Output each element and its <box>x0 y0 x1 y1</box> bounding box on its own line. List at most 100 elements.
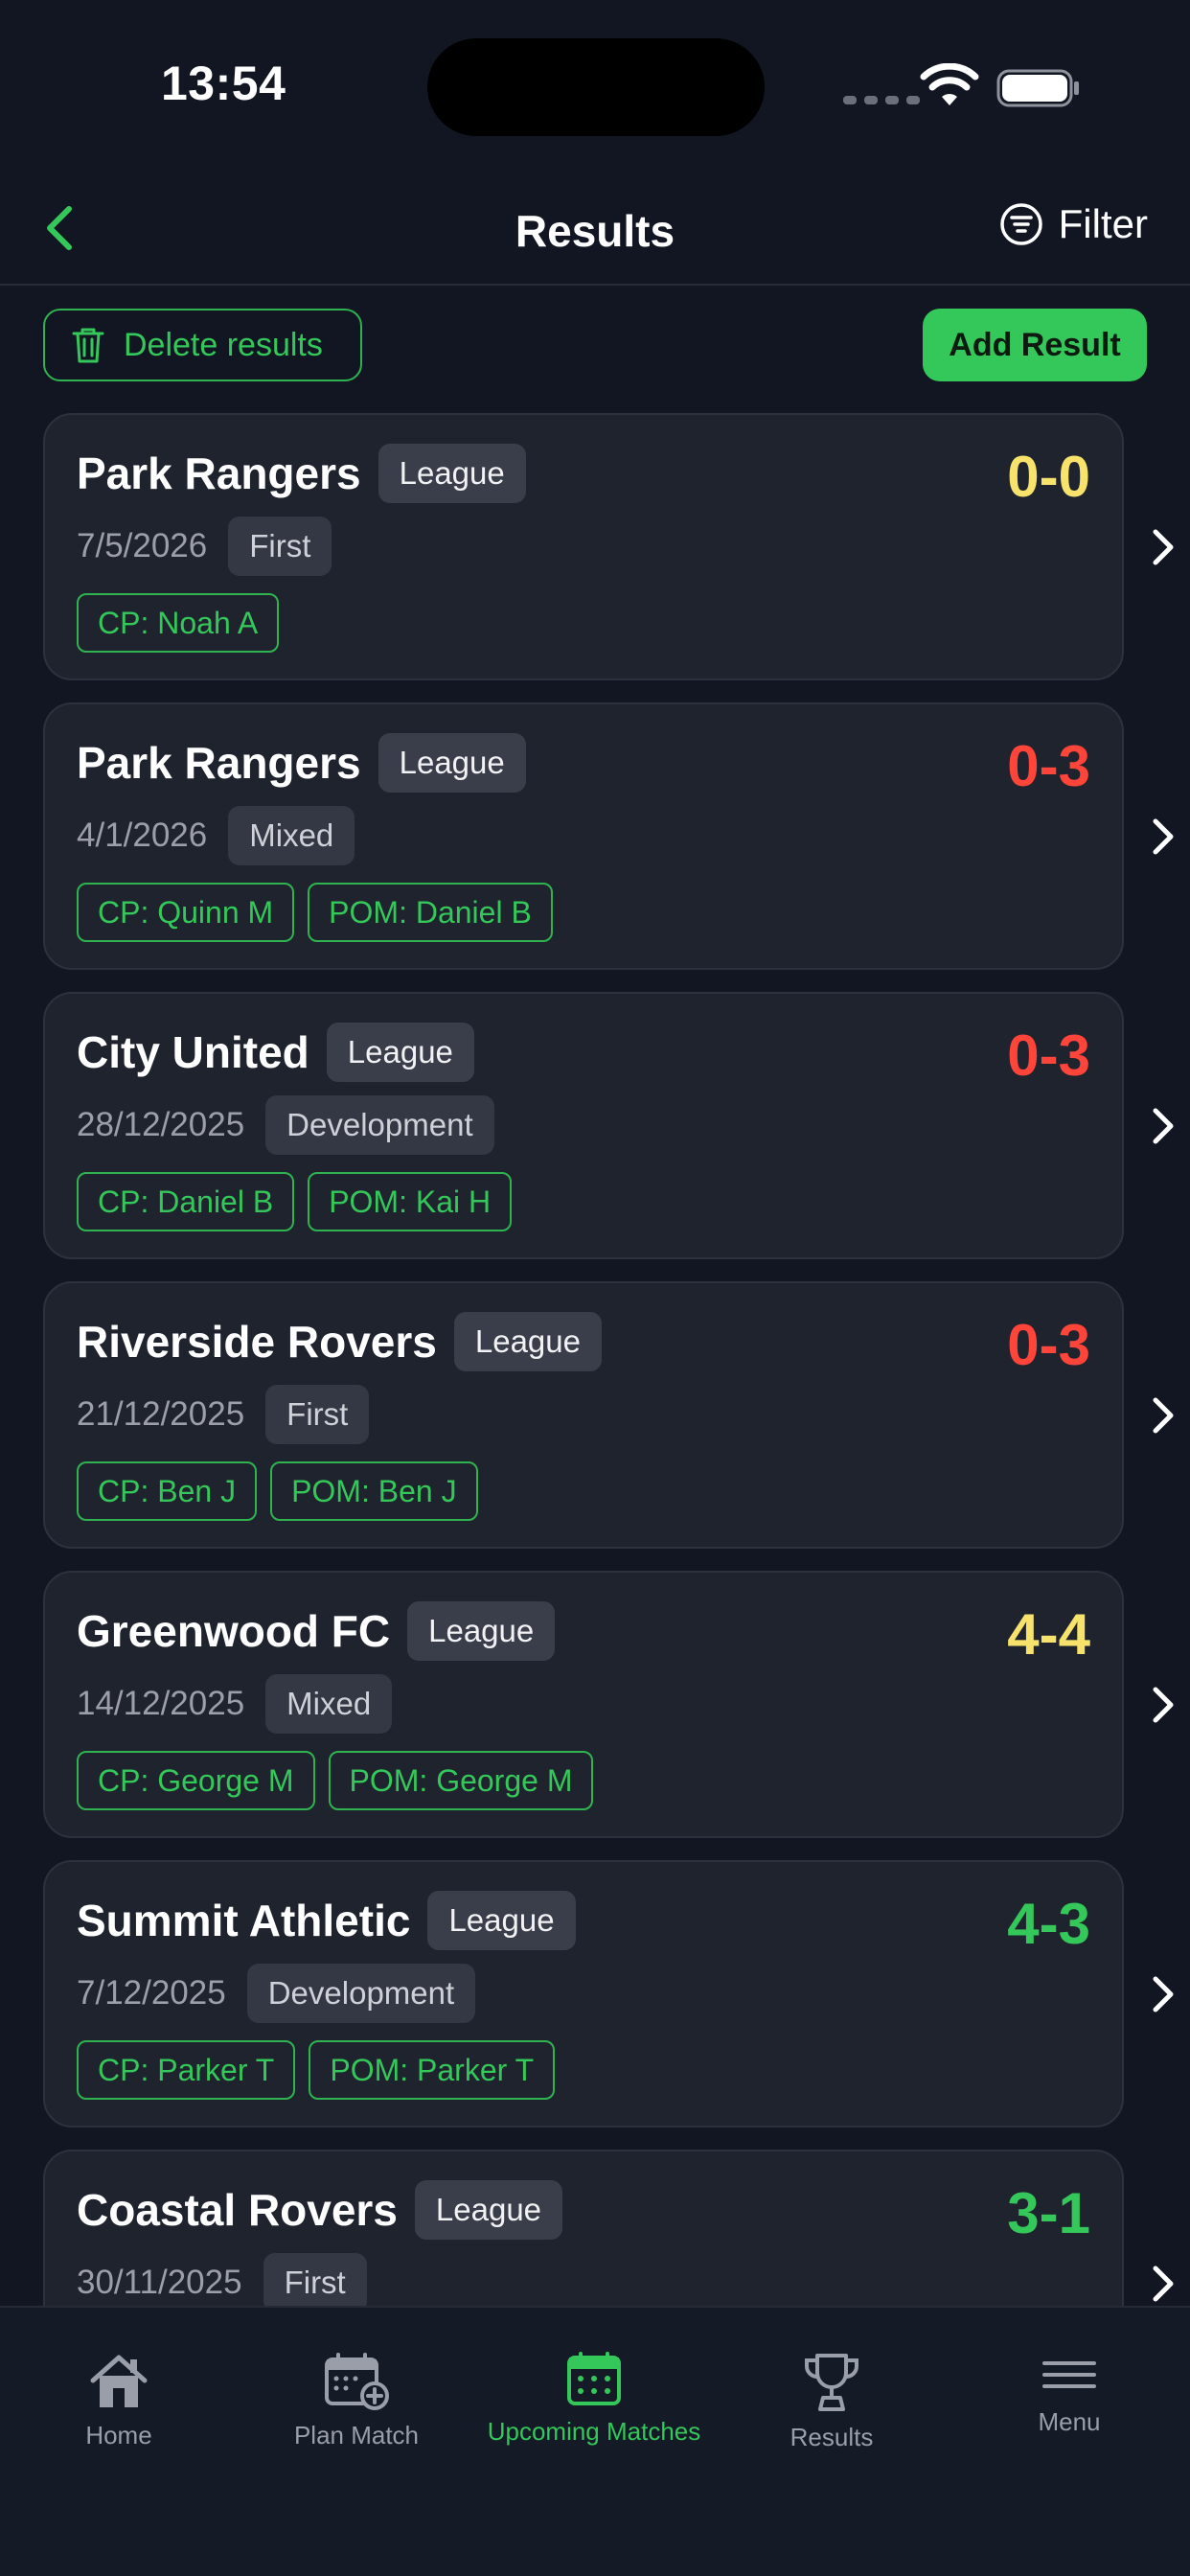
calendar-icon <box>567 2352 621 2405</box>
tab-label: Results <box>790 2423 874 2451</box>
squad-badge: Development <box>246 1964 476 2023</box>
date-line: 28/12/2025 Development <box>77 1095 494 1155</box>
tab-home[interactable]: Home <box>0 2352 238 2450</box>
tab-label: Menu <box>1038 2407 1101 2436</box>
match-date: 7/12/2025 <box>77 1974 226 2012</box>
match-score: 3-1 <box>1007 2181 1090 2245</box>
result-row: Park Rangers League 4/1/2026 Mixed CP: Q… <box>0 702 1190 970</box>
filter-label: Filter <box>1058 201 1148 246</box>
player-tags: CP: Daniel B POM: Kai H <box>77 1172 513 1231</box>
chevron-right-icon[interactable] <box>1148 1684 1177 1726</box>
result-card[interactable]: Park Rangers League 4/1/2026 Mixed CP: Q… <box>43 702 1124 970</box>
match-date: 7/5/2026 <box>77 527 208 564</box>
result-card[interactable]: Riverside Rovers League 21/12/2025 First… <box>43 1281 1124 1549</box>
filter-button[interactable]: Filter <box>999 201 1148 247</box>
team-header: Coastal Rovers League <box>77 2180 563 2240</box>
team-header: Greenwood FC League <box>77 1601 556 1661</box>
chevron-right-icon[interactable] <box>1148 526 1177 568</box>
match-date: 28/12/2025 <box>77 1106 245 1143</box>
competition-badge: League <box>414 2180 563 2240</box>
player-tags: CP: Ben J POM: Ben J <box>77 1461 478 1521</box>
dynamic-island <box>427 38 765 136</box>
cellular-signal-icon <box>843 96 920 104</box>
date-line: 30/11/2025 First <box>77 2253 367 2306</box>
competition-badge: League <box>378 733 526 793</box>
captain-tag: CP: Daniel B <box>77 1172 295 1231</box>
result-card[interactable]: Park Rangers League 7/5/2026 First CP: N… <box>43 413 1124 680</box>
opponent-name: Park Rangers <box>77 738 361 788</box>
player-tags: CP: George M POM: George M <box>77 1751 594 1810</box>
squad-badge: First <box>228 517 332 576</box>
nav-header: Results Filter <box>0 172 1190 286</box>
tab-bar: Home Plan Match Upcoming Matches Results… <box>0 2306 1190 2576</box>
player-of-match-tag: POM: Daniel B <box>308 883 553 942</box>
result-row: Summit Athletic League 7/12/2025 Develop… <box>0 1860 1190 2128</box>
add-result-button[interactable]: Add Result <box>923 309 1147 381</box>
opponent-name: Coastal Rovers <box>77 2185 398 2235</box>
team-header: Summit Athletic League <box>77 1891 576 1950</box>
captain-tag: CP: George M <box>77 1751 315 1810</box>
date-line: 4/1/2026 Mixed <box>77 806 355 865</box>
battery-icon <box>996 69 1079 107</box>
team-header: City United League <box>77 1023 474 1082</box>
delete-results-label: Delete results <box>124 326 323 363</box>
tab-menu[interactable]: Menu <box>950 2352 1188 2437</box>
result-card[interactable]: Coastal Rovers League 30/11/2025 First 3… <box>43 2150 1124 2306</box>
result-card[interactable]: City United League 28/12/2025 Developmen… <box>43 992 1124 1259</box>
result-card[interactable]: Greenwood FC League 14/12/2025 Mixed CP:… <box>43 1571 1124 1838</box>
team-header: Park Rangers League <box>77 733 526 793</box>
result-row: Riverside Rovers League 21/12/2025 First… <box>0 1281 1190 1549</box>
team-header: Riverside Rovers League <box>77 1312 602 1371</box>
tab-label: Home <box>85 2421 152 2450</box>
filter-icon <box>999 203 1042 245</box>
captain-tag: CP: Noah A <box>77 593 280 653</box>
competition-badge: League <box>326 1023 474 1082</box>
delete-results-button[interactable]: Delete results <box>43 309 362 381</box>
competition-badge: League <box>407 1601 556 1661</box>
chevron-right-icon[interactable] <box>1148 2263 1177 2305</box>
competition-badge: League <box>378 444 526 503</box>
chevron-right-icon[interactable] <box>1148 1105 1177 1147</box>
match-score: 0-0 <box>1007 445 1090 509</box>
trophy-icon <box>804 2354 859 2411</box>
chevron-right-icon[interactable] <box>1148 1394 1177 1437</box>
date-line: 7/12/2025 Development <box>77 1964 476 2023</box>
opponent-name: Summit Athletic <box>77 1896 411 1945</box>
calendar-plus-icon <box>325 2353 389 2410</box>
result-row: Greenwood FC League 14/12/2025 Mixed CP:… <box>0 1571 1190 1838</box>
wifi-icon <box>920 63 979 105</box>
tab-upcoming-matches[interactable]: Upcoming Matches <box>475 2352 713 2447</box>
squad-badge: First <box>263 2253 367 2306</box>
actions-row: Delete results Add Result <box>0 309 1190 381</box>
results-list[interactable]: Park Rangers League 7/5/2026 First CP: N… <box>0 413 1190 2306</box>
squad-badge: Mixed <box>228 806 355 865</box>
result-card[interactable]: Summit Athletic League 7/12/2025 Develop… <box>43 1860 1124 2128</box>
captain-tag: CP: Quinn M <box>77 883 295 942</box>
result-row: City United League 28/12/2025 Developmen… <box>0 992 1190 1259</box>
home-icon <box>90 2355 148 2407</box>
squad-badge: Development <box>265 1095 494 1155</box>
menu-icon <box>1042 2361 1096 2388</box>
opponent-name: Park Rangers <box>77 448 361 498</box>
tab-label: Plan Match <box>293 2421 420 2450</box>
date-line: 7/5/2026 First <box>77 517 332 576</box>
player-of-match-tag: POM: George M <box>328 1751 594 1810</box>
date-line: 14/12/2025 Mixed <box>77 1674 393 1734</box>
squad-badge: Mixed <box>265 1674 393 1734</box>
opponent-name: City United <box>77 1027 309 1077</box>
match-date: 4/1/2026 <box>77 816 208 854</box>
match-date: 21/12/2025 <box>77 1395 245 1433</box>
status-time: 13:54 <box>161 57 286 110</box>
match-score: 0-3 <box>1007 1024 1090 1088</box>
match-score: 0-3 <box>1007 734 1090 798</box>
opponent-name: Riverside Rovers <box>77 1317 437 1367</box>
captain-tag: CP: Ben J <box>77 1461 258 1521</box>
date-line: 21/12/2025 First <box>77 1385 370 1444</box>
chevron-right-icon[interactable] <box>1148 1973 1177 2015</box>
trash-icon <box>72 328 104 363</box>
tab-plan-match[interactable]: Plan Match <box>238 2352 475 2450</box>
match-score: 0-3 <box>1007 1313 1090 1377</box>
tab-label: Upcoming Matches <box>487 2417 701 2446</box>
chevron-right-icon[interactable] <box>1148 816 1177 858</box>
tab-results[interactable]: Results <box>713 2352 950 2452</box>
